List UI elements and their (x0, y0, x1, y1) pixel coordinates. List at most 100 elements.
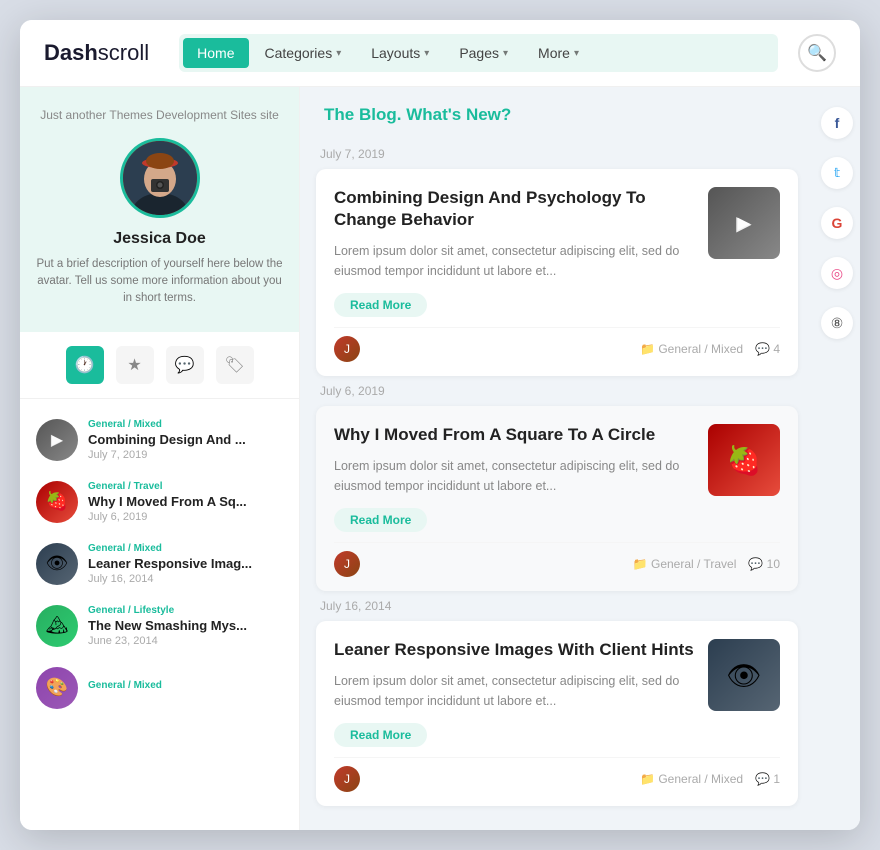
list-item-title: The New Smashing Mys... (88, 618, 283, 633)
list-item-info: General / Lifestyle The New Smashing Mys… (88, 605, 283, 647)
list-item[interactable]: 👁 General / Mixed Leaner Responsive Imag… (20, 533, 299, 595)
post-card: Leaner Responsive Images With Client Hin… (316, 621, 798, 806)
post-title: Combining Design And Psychology To Chang… (334, 187, 694, 231)
post-title: Leaner Responsive Images With Client Hin… (334, 639, 694, 661)
avatar-image (123, 141, 197, 215)
nav-item-home[interactable]: Home (183, 38, 248, 68)
sidebar-tab-recent[interactable]: 🕐 (66, 346, 104, 384)
post-card-body: Leaner Responsive Images With Client Hin… (334, 639, 694, 747)
list-item-category: General / Mixed (88, 419, 283, 430)
twitter-icon[interactable]: 𝕥 (821, 157, 853, 189)
post-card-inner: Leaner Responsive Images With Client Hin… (334, 639, 780, 747)
logo: Dashscroll (44, 40, 149, 66)
list-item-date: July 7, 2019 (88, 449, 283, 461)
read-more-button[interactable]: Read More (334, 293, 427, 317)
post-thumbnail: ▶ (708, 187, 780, 259)
post-meta: 📁 General / Mixed 💬 4 (640, 342, 780, 356)
post-card-inner: Combining Design And Psychology To Chang… (334, 187, 780, 317)
nav-item-pages[interactable]: Pages ▾ (445, 38, 522, 68)
list-item-title: Combining Design And ... (88, 432, 283, 447)
list-item-thumb: 👁 (36, 543, 78, 585)
list-item-category: General / Mixed (88, 543, 283, 554)
post-category: 📁 General / Mixed (640, 342, 743, 356)
sidebar-tab-tags[interactable]: 🏷 (216, 346, 254, 384)
post-author-avatar: J (334, 551, 360, 577)
post-date-label: July 7, 2019 (320, 147, 794, 161)
post-thumbnail: 🍓 (708, 424, 780, 496)
list-item-title: Why I Moved From A Sq... (88, 494, 283, 509)
other-social-icon[interactable]: ⑧ (821, 307, 853, 339)
list-item-category: General / Travel (88, 481, 283, 492)
sidebar-tagline: Just another Themes Development Sites si… (36, 107, 283, 124)
list-item-thumb: ▶ (36, 419, 78, 461)
post-card: Combining Design And Psychology To Chang… (316, 169, 798, 376)
nav-item-categories[interactable]: Categories ▾ (251, 38, 356, 68)
post-comments-count: 💬 10 (748, 557, 780, 571)
search-button[interactable]: 🔍 (798, 34, 836, 72)
post-category: 📁 General / Mixed (640, 772, 743, 786)
post-card: Why I Moved From A Square To A Circle Lo… (316, 406, 798, 591)
blog-header: The Blog. What's New? (300, 87, 814, 139)
list-item-info: General / Mixed Combining Design And ...… (88, 419, 283, 461)
list-item-date: July 6, 2019 (88, 511, 283, 523)
read-more-button[interactable]: Read More (334, 508, 427, 532)
list-item-date: July 16, 2014 (88, 573, 283, 585)
sidebar-tab-comments[interactable]: 💬 (166, 346, 204, 384)
list-item-thumb: 🎨 (36, 667, 78, 709)
chevron-down-icon: ▾ (424, 48, 429, 59)
list-item-thumb: 🏔 (36, 605, 78, 647)
post-author-avatar: J (334, 336, 360, 362)
list-item-category: General / Lifestyle (88, 605, 283, 616)
sidebar-tab-favorites[interactable]: ★ (116, 346, 154, 384)
blog-heading-dynamic: What's New? (406, 105, 511, 124)
logo-bold: Dash (44, 40, 98, 65)
nav-item-more[interactable]: More ▾ (524, 38, 593, 68)
sidebar-top: Just another Themes Development Sites si… (20, 87, 299, 332)
list-item-info: General / Mixed (88, 680, 283, 695)
post-category: 📁 General / Travel (633, 557, 737, 571)
list-item[interactable]: 🏔 General / Lifestyle The New Smashing M… (20, 595, 299, 657)
avatar-wrap (120, 138, 200, 218)
chevron-down-icon: ▾ (336, 48, 341, 59)
facebook-icon[interactable]: f (821, 107, 853, 139)
post-meta: 📁 General / Travel 💬 10 (633, 557, 780, 571)
posts-list: July 7, 2019 Combining Design And Psycho… (300, 147, 814, 830)
post-card-footer: J 📁 General / Mixed 💬 1 (334, 757, 780, 792)
post-meta: 📁 General / Mixed 💬 1 (640, 772, 780, 786)
list-item-category: General / Mixed (88, 680, 283, 691)
google-icon[interactable]: G (821, 207, 853, 239)
blog-heading-static: The Blog. (324, 105, 401, 124)
main-layout: Just another Themes Development Sites si… (20, 87, 860, 830)
content-area: The Blog. What's New? July 7, 2019 Combi… (300, 87, 814, 830)
dribbble-icon[interactable]: ◎ (821, 257, 853, 289)
post-excerpt: Lorem ipsum dolor sit amet, consectetur … (334, 671, 694, 711)
read-more-button[interactable]: Read More (334, 723, 427, 747)
post-comments-count: 💬 4 (755, 342, 780, 356)
post-date-label: July 16, 2014 (320, 599, 794, 613)
nav-item-layouts[interactable]: Layouts ▾ (357, 38, 443, 68)
sidebar-post-list: ▶ General / Mixed Combining Design And .… (20, 399, 299, 729)
post-title: Why I Moved From A Square To A Circle (334, 424, 694, 446)
list-item-date: June 23, 2014 (88, 635, 283, 647)
sidebar: Just another Themes Development Sites si… (20, 87, 300, 830)
post-excerpt: Lorem ipsum dolor sit amet, consectetur … (334, 456, 694, 496)
list-item[interactable]: 🍓 General / Travel Why I Moved From A Sq… (20, 471, 299, 533)
list-item-thumb: 🍓 (36, 481, 78, 523)
list-item-title: Leaner Responsive Imag... (88, 556, 283, 571)
main-nav: Home Categories ▾ Layouts ▾ Pages ▾ More… (179, 34, 778, 72)
list-item[interactable]: ▶ General / Mixed Combining Design And .… (20, 409, 299, 471)
chevron-down-icon: ▾ (503, 48, 508, 59)
chevron-down-icon: ▾ (574, 48, 579, 59)
post-card-body: Why I Moved From A Square To A Circle Lo… (334, 424, 694, 532)
post-date-label: July 6, 2019 (320, 384, 794, 398)
post-author-avatar: J (334, 766, 360, 792)
logo-light: scroll (98, 40, 149, 65)
list-item-info: General / Travel Why I Moved From A Sq..… (88, 481, 283, 523)
user-name: Jessica Doe (36, 230, 283, 248)
user-desc: Put a brief description of yourself here… (36, 256, 283, 308)
post-card-footer: J 📁 General / Travel 💬 10 (334, 542, 780, 577)
social-bar: f 𝕥 G ◎ ⑧ (814, 87, 860, 830)
post-card-footer: J 📁 General / Mixed 💬 4 (334, 327, 780, 362)
avatar (123, 141, 197, 215)
list-item[interactable]: 🎨 General / Mixed (20, 657, 299, 719)
